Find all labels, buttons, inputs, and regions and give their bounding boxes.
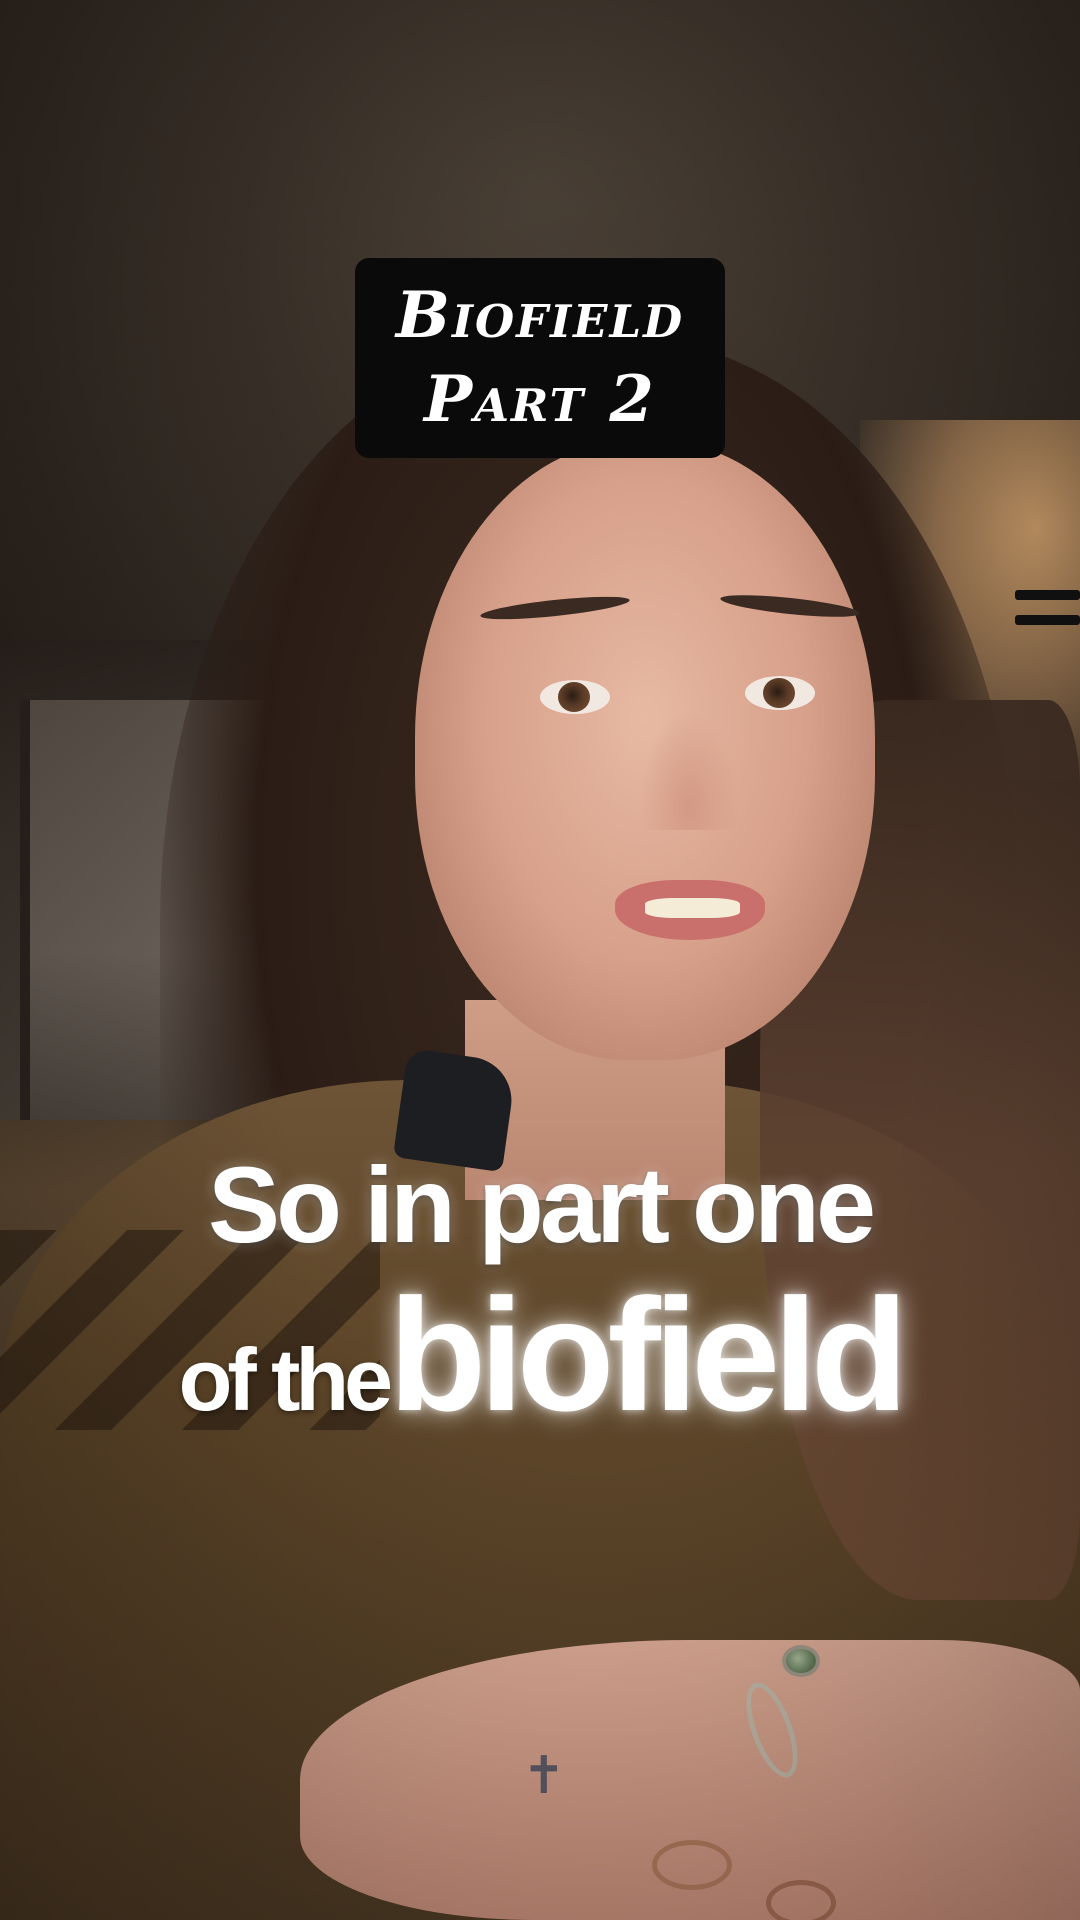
subtitle-caption: So in part one of the biofield [0, 1140, 1080, 1491]
caption-small-words: of the [178, 1330, 394, 1429]
caption-highlight-word: biofield [388, 1265, 909, 1444]
title-card: Biofield Part 2 [355, 258, 725, 458]
caption-line-2: of the biofield [0, 1270, 1080, 1491]
video-frame[interactable]: ✝ Biofield Part 2 So in part one of the … [0, 0, 1080, 1920]
caption-line-1: So in part one [207, 1144, 876, 1265]
title-line-2: Part 2 [424, 362, 656, 437]
title-line-1: Biofield [395, 278, 685, 353]
